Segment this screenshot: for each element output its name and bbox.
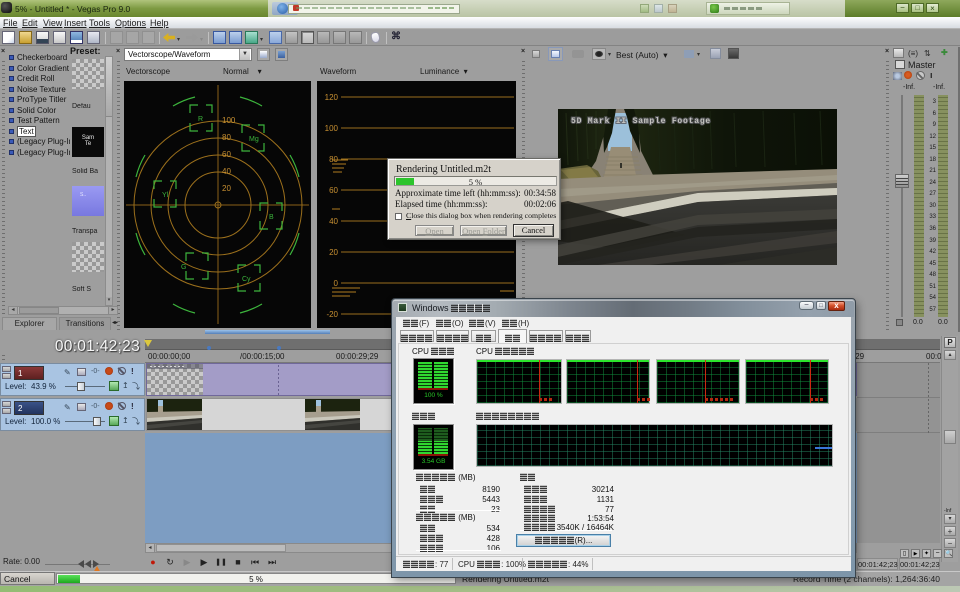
svg-text:Mg: Mg bbox=[249, 136, 259, 143]
svg-text:B: B bbox=[269, 214, 274, 221]
svg-text:40: 40 bbox=[222, 167, 231, 176]
svg-text:5D Mark II Sample Footage: 5D Mark II Sample Footage bbox=[571, 117, 711, 126]
svg-text:Yl: Yl bbox=[162, 192, 169, 199]
svg-text:20: 20 bbox=[329, 248, 338, 257]
svg-text:40: 40 bbox=[329, 217, 338, 226]
svg-text:100: 100 bbox=[222, 116, 236, 125]
svg-text:20: 20 bbox=[222, 184, 231, 193]
svg-text:100: 100 bbox=[325, 124, 339, 133]
svg-text:80: 80 bbox=[222, 133, 231, 142]
svg-text:0: 0 bbox=[334, 279, 339, 288]
svg-text:-20: -20 bbox=[326, 310, 338, 319]
svg-text:G: G bbox=[181, 264, 186, 271]
svg-text:60: 60 bbox=[222, 150, 231, 159]
svg-text:120: 120 bbox=[325, 93, 339, 102]
svg-text:60: 60 bbox=[329, 186, 338, 195]
svg-text:R: R bbox=[198, 116, 203, 123]
svg-text:Cy: Cy bbox=[242, 276, 251, 283]
